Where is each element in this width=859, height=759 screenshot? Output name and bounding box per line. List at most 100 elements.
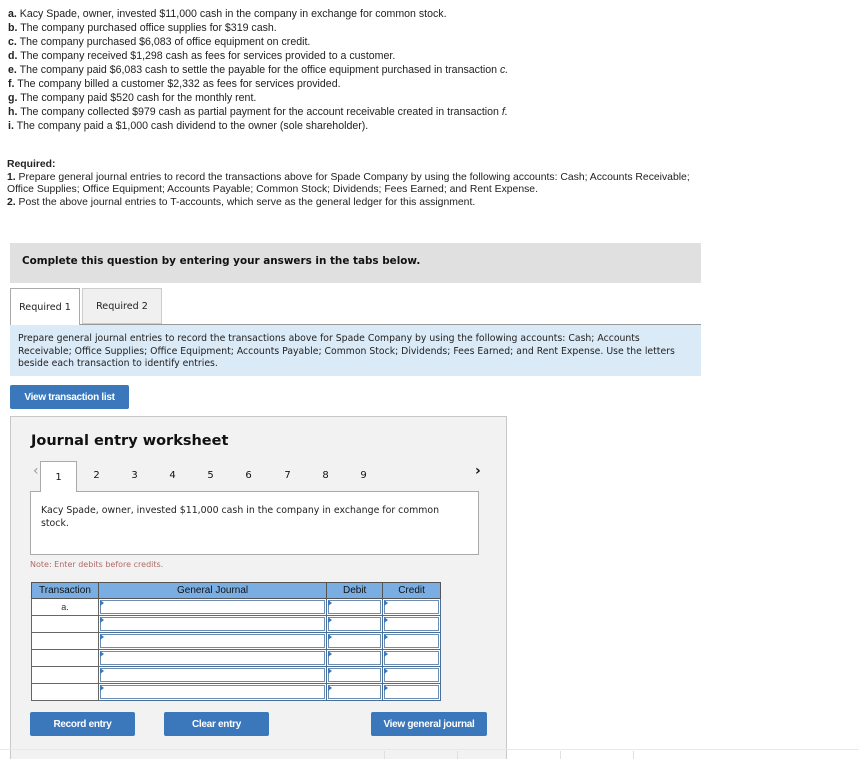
- instructions-panel: Prepare general journal entries to recor…: [10, 324, 701, 376]
- credit-input-cell: [382, 615, 441, 633]
- dropdown-marker-icon: [384, 651, 389, 657]
- debit-input[interactable]: [328, 600, 382, 614]
- required-section: Required: 1. Prepare general journal ent…: [7, 159, 697, 209]
- page-tab-5[interactable]: 5: [192, 461, 229, 490]
- debit-input[interactable]: [328, 651, 382, 665]
- header-general-journal: General Journal: [97, 582, 328, 599]
- general-journal-input[interactable]: [99, 651, 326, 665]
- journal-row: [31, 683, 441, 701]
- journal-row: [31, 615, 441, 633]
- transaction-cell: [31, 649, 99, 667]
- dropdown-marker-icon: [384, 600, 389, 606]
- footer-divider: [0, 749, 859, 750]
- transaction-letter: i.: [8, 120, 14, 132]
- general-journal-input-cell: [97, 683, 328, 701]
- page-tab-8[interactable]: 8: [307, 461, 344, 490]
- journal-entry-worksheet: Journal entry worksheet ‹ 123456789 › Ka…: [10, 416, 507, 759]
- debits-note: Note: Enter debits before credits.: [30, 560, 164, 569]
- transaction-letter: g.: [8, 92, 18, 104]
- page-tab-1[interactable]: 1: [40, 461, 77, 492]
- dropdown-marker-icon: [99, 617, 104, 623]
- dropdown-marker-icon: [328, 617, 333, 623]
- page-tab-2[interactable]: 2: [78, 461, 115, 490]
- dropdown-marker-icon: [328, 651, 333, 657]
- debit-input[interactable]: [328, 634, 382, 648]
- dropdown-marker-icon: [328, 685, 333, 691]
- credit-input-cell: [382, 632, 441, 650]
- page-tab-7[interactable]: 7: [269, 461, 306, 490]
- dropdown-marker-icon: [99, 651, 104, 657]
- clear-entry-button[interactable]: Clear entry: [164, 712, 269, 736]
- complete-question-banner: Complete this question by entering your …: [10, 243, 701, 283]
- page-tab-9[interactable]: 9: [345, 461, 382, 490]
- journal-row: [31, 632, 441, 650]
- chevron-right-icon[interactable]: ›: [475, 463, 481, 479]
- credit-input-cell: [382, 649, 441, 667]
- tab-required-1[interactable]: Required 1: [10, 288, 80, 325]
- debit-input-cell: [326, 683, 384, 701]
- journal-table: Transaction General Journal Debit Credit…: [31, 582, 441, 701]
- debit-input-cell: [326, 666, 384, 684]
- page-tab-4[interactable]: 4: [154, 461, 191, 490]
- credit-input[interactable]: [384, 651, 439, 665]
- transaction-cell: a.: [31, 598, 99, 616]
- transaction-item: d. The company received $1,298 cash as f…: [8, 49, 708, 63]
- general-journal-input-cell: [97, 666, 328, 684]
- dropdown-marker-icon: [384, 668, 389, 674]
- transaction-cell: [31, 632, 99, 650]
- credit-input[interactable]: [384, 600, 439, 614]
- transaction-text: The company paid $6,083 cash to settle t…: [19, 64, 500, 76]
- worksheet-title: Journal entry worksheet: [31, 433, 229, 449]
- credit-input-cell: [382, 683, 441, 701]
- journal-row: a.: [31, 598, 441, 616]
- record-entry-button[interactable]: Record entry: [30, 712, 135, 736]
- journal-table-header: Transaction General Journal Debit Credit: [31, 582, 441, 599]
- transaction-item: h. The company collected $979 cash as pa…: [8, 105, 708, 119]
- page-tab-6[interactable]: 6: [230, 461, 267, 490]
- tab-required-2[interactable]: Required 2: [82, 288, 162, 324]
- general-journal-input[interactable]: [99, 685, 326, 699]
- debit-input[interactable]: [328, 617, 382, 631]
- debit-input-cell: [326, 615, 384, 633]
- transaction-reference: f.: [501, 106, 508, 118]
- dropdown-marker-icon: [384, 685, 389, 691]
- transaction-description: Kacy Spade, owner, invested $11,000 cash…: [30, 491, 479, 555]
- banner-text: Complete this question by entering your …: [22, 255, 421, 267]
- view-transaction-list-button[interactable]: View transaction list: [10, 385, 129, 409]
- page-tab-3[interactable]: 3: [116, 461, 153, 490]
- transaction-text: The company paid $520 cash for the month…: [20, 92, 257, 104]
- transaction-cell: [31, 666, 99, 684]
- transaction-item: c. The company purchased $6,083 of offic…: [8, 35, 708, 49]
- dropdown-marker-icon: [328, 668, 333, 674]
- general-journal-input[interactable]: [99, 600, 326, 614]
- transaction-list: a. Kacy Spade, owner, invested $11,000 c…: [8, 7, 708, 133]
- transaction-letter: e.: [8, 64, 17, 76]
- transaction-text: The company received $1,298 cash as fees…: [20, 50, 396, 62]
- transaction-item: a. Kacy Spade, owner, invested $11,000 c…: [8, 7, 708, 21]
- journal-row: [31, 649, 441, 667]
- general-journal-input[interactable]: [99, 634, 326, 648]
- general-journal-input[interactable]: [99, 668, 326, 682]
- required-heading: Required:: [7, 159, 56, 170]
- transaction-item: b. The company purchased office supplies…: [8, 21, 708, 35]
- transaction-letter: d.: [8, 50, 18, 62]
- chevron-left-icon[interactable]: ‹: [33, 463, 39, 479]
- transaction-text: The company billed a customer $2,332 as …: [17, 78, 341, 90]
- view-general-journal-button[interactable]: View general journal: [371, 712, 487, 736]
- credit-input[interactable]: [384, 668, 439, 682]
- footer-divider-tick: [384, 751, 385, 759]
- dropdown-marker-icon: [99, 668, 104, 674]
- journal-row: [31, 666, 441, 684]
- credit-input[interactable]: [384, 634, 439, 648]
- transaction-item: f. The company billed a customer $2,332 …: [8, 77, 708, 91]
- credit-input[interactable]: [384, 685, 439, 699]
- debit-input[interactable]: [328, 685, 382, 699]
- debit-input[interactable]: [328, 668, 382, 682]
- transaction-cell: [31, 615, 99, 633]
- credit-input[interactable]: [384, 617, 439, 631]
- general-journal-input[interactable]: [99, 617, 326, 631]
- transaction-item: g. The company paid $520 cash for the mo…: [8, 91, 708, 105]
- header-debit: Debit: [326, 582, 384, 599]
- debit-input-cell: [326, 649, 384, 667]
- transaction-letter: a.: [8, 8, 17, 20]
